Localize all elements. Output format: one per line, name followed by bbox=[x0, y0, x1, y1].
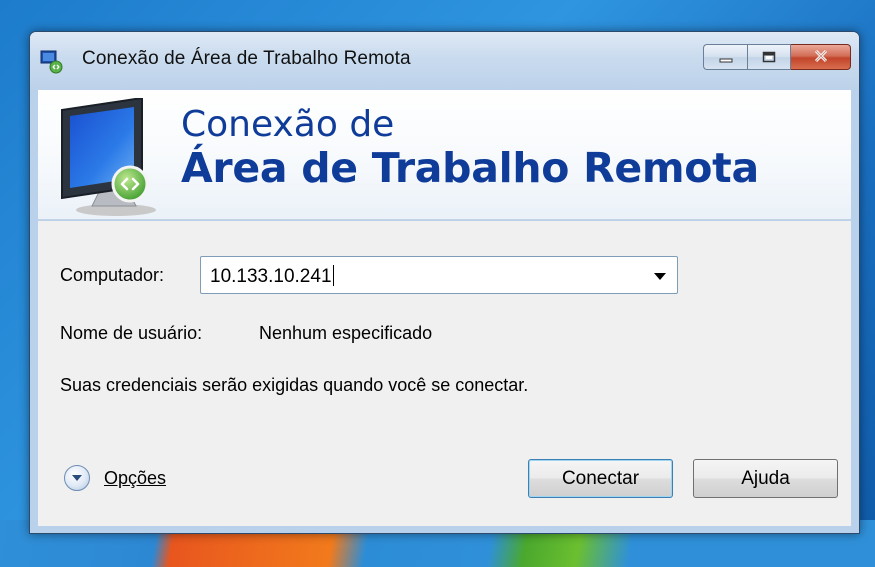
dialog-body: Computador: 10.133.10.241 Nome de usuári… bbox=[38, 221, 851, 526]
username-value: Nenhum especificado bbox=[259, 323, 433, 343]
options-link[interactable]: Opções bbox=[104, 468, 166, 489]
username-label: Nome de usuário: bbox=[60, 323, 203, 343]
connect-button[interactable]: Conectar bbox=[528, 459, 673, 498]
header-banner: Conexão de Área de Trabalho Remota bbox=[38, 90, 851, 220]
credentials-note: Suas credenciais serão exigidas quando v… bbox=[60, 375, 529, 395]
window-controls bbox=[703, 44, 851, 70]
minimize-icon bbox=[718, 48, 734, 67]
text-caret bbox=[332, 265, 334, 286]
title-bar[interactable]: Conexão de Área de Trabalho Remota bbox=[30, 32, 859, 90]
banner-title-line1: Conexão de bbox=[181, 104, 395, 145]
rdp-window: Conexão de Área de Trabalho Remota Conex… bbox=[29, 31, 860, 534]
maximize-button[interactable] bbox=[747, 44, 791, 70]
computer-combobox[interactable]: 10.133.10.241 bbox=[200, 256, 678, 294]
chevron-down-icon[interactable] bbox=[654, 273, 666, 280]
banner-title-line2: Área de Trabalho Remota bbox=[181, 144, 759, 192]
remote-desktop-app-icon bbox=[40, 50, 64, 74]
help-button[interactable]: Ajuda bbox=[693, 459, 838, 498]
expand-circle-icon[interactable] bbox=[64, 465, 90, 491]
window-title: Conexão de Área de Trabalho Remota bbox=[82, 48, 411, 69]
minimize-button[interactable] bbox=[703, 44, 747, 70]
remote-monitor-icon bbox=[58, 96, 168, 218]
close-icon bbox=[813, 48, 829, 67]
computer-input-value: 10.133.10.241 bbox=[210, 266, 332, 287]
computer-input[interactable]: 10.133.10.241 bbox=[210, 265, 334, 288]
computer-label: Computador: bbox=[60, 265, 165, 285]
maximize-icon bbox=[762, 48, 776, 67]
close-button[interactable] bbox=[791, 44, 851, 70]
